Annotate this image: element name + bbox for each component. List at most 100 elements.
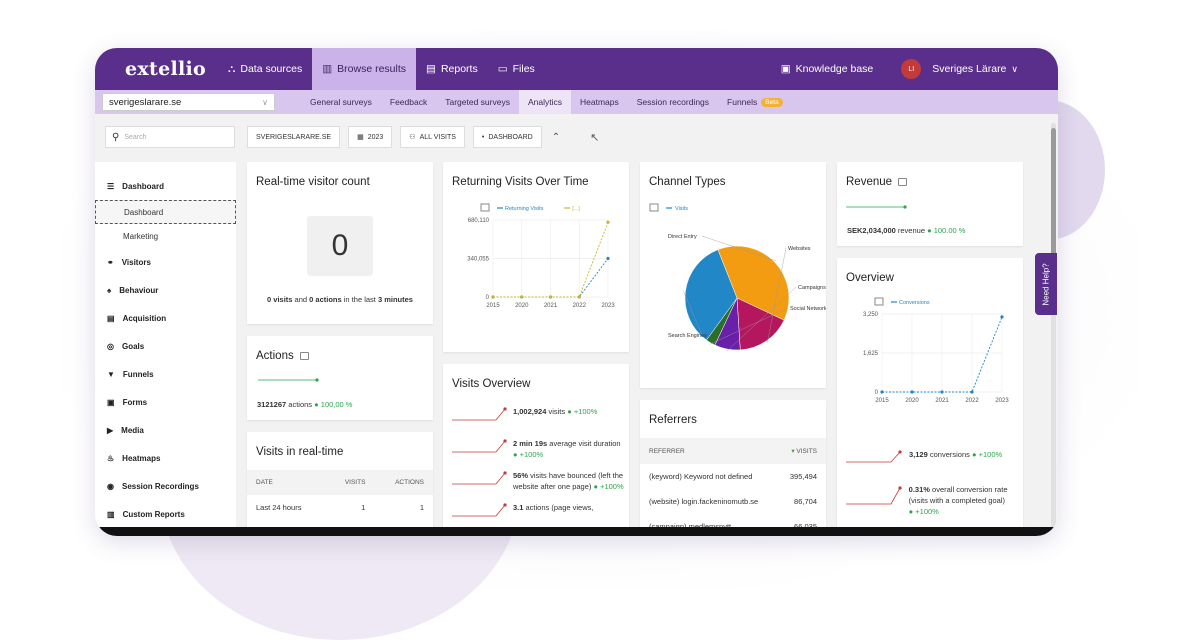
nav-browse-results[interactable]: ▥ Browse results: [312, 48, 417, 90]
knowledge-base-label: Knowledge base: [795, 63, 874, 75]
y-tick-label: 3,250: [863, 312, 879, 318]
sidebar-item-forms[interactable]: ▣ Forms: [95, 388, 236, 416]
sidebar-item-label: Session Recordings: [121, 481, 199, 491]
site-selector[interactable]: sverigeslarare.se ∨: [102, 93, 275, 111]
sidebar-item-dashboard[interactable]: ☰ Dashboard: [95, 172, 236, 200]
tab-analytics[interactable]: Analytics: [518, 90, 571, 114]
table-row[interactable]: Last 24 hours 1 1: [247, 495, 433, 520]
tab-funnels[interactable]: Funnels Beta: [718, 90, 792, 114]
sidebar-item-media[interactable]: ▶ Media: [95, 416, 236, 444]
funnel-icon: ▼: [107, 369, 115, 379]
nav-label: Browse results: [337, 63, 407, 75]
channel-types-card: Channel Types Visits Direct Entry Websites…: [640, 162, 826, 388]
y-tick-label: 340,055: [467, 257, 489, 263]
data-point: [548, 295, 553, 299]
nav-label: Reports: [440, 63, 478, 75]
mouse-cursor-icon: ↖: [590, 131, 600, 144]
sidebar-item-visitors[interactable]: ⚭ Visitors: [95, 248, 236, 276]
nav-files[interactable]: ▭ Files: [488, 48, 545, 90]
collapse-icon[interactable]: ⌃: [552, 132, 560, 143]
table-header-row: DATE VISITS ACTIONS: [247, 470, 433, 495]
conversions-change: +100%: [978, 450, 1003, 459]
pie-slice-label: Search Engines: [668, 333, 707, 339]
sidebar-item-goals[interactable]: ◎ Goals: [95, 332, 236, 360]
metric-value: 1,002,924: [513, 407, 549, 416]
card-title: Revenue: [846, 176, 893, 188]
pie-slice-label: Websites: [788, 246, 811, 252]
sub-navigation: sverigeslarare.se ∨ General surveys Feed…: [95, 90, 1058, 114]
export-icon[interactable]: [299, 352, 309, 360]
tab-session-recordings[interactable]: Session recordings: [628, 90, 718, 114]
table-row[interactable]: (keyword) Keyword not defined 395,494: [640, 464, 826, 489]
nav-reports[interactable]: ▤ Reports: [416, 48, 488, 90]
form-icon: ▣: [107, 397, 115, 407]
legend-label: Visits: [675, 206, 688, 212]
card-title: Returning Visits Over Time: [452, 176, 589, 188]
sidebar-item-label: Acquisition: [122, 313, 167, 323]
sort-down-icon: ▾: [791, 448, 795, 455]
conversions-text: 3,129 conversions ● +100%: [909, 450, 1002, 464]
nav-data-sources[interactable]: ⛬ Data sources: [218, 48, 312, 90]
channel-types-pie-chart: Visits Direct Entry Websites Campaigns Socia…: [649, 203, 826, 352]
table-header-row: REFERRER ▾ VISITS: [640, 438, 826, 464]
card-title: Visits Overview: [452, 378, 531, 390]
app-logo[interactable]: extellio: [125, 58, 218, 80]
actions-sparkline: [258, 378, 319, 382]
table-cell: 395,494: [789, 472, 817, 481]
sidebar-sub-marketing[interactable]: Marketing: [95, 224, 236, 248]
metric-change: ● +100%: [593, 482, 624, 491]
revenue-value: SEK2,034,000: [847, 226, 896, 235]
x-tick-label: 2015: [486, 303, 500, 309]
knowledge-base-link[interactable]: ▣ Knowledge base: [771, 48, 884, 90]
x-tick-label: 2021: [544, 303, 558, 309]
search-input[interactable]: ⚲ Search: [105, 126, 235, 148]
pie-slice-label: Direct Entry: [668, 234, 697, 240]
document-icon: ▤: [426, 63, 436, 75]
need-help-tab[interactable]: Need Help?: [1035, 253, 1057, 315]
returning-visits-card: Returning Visits Over Time Returning Vis…: [443, 162, 629, 352]
data-point: [1000, 315, 1004, 319]
record-icon: ◉: [107, 481, 114, 491]
sidebar-item-session-recordings[interactable]: ◉ Session Recordings: [95, 472, 236, 500]
referrers-card: Referrers REFERRER ▾ VISITS (keyword) Ke…: [640, 400, 826, 531]
site-button[interactable]: SVERIGESLARARE.SE: [247, 126, 341, 148]
user-menu[interactable]: LI Sveriges Lärare ∨: [891, 48, 1028, 90]
column-header-sortable[interactable]: ▾ VISITS: [777, 438, 826, 464]
metric-value: 2 min 19s: [513, 439, 550, 448]
column-header-label: VISITS: [796, 448, 817, 455]
sidebar-item-funnels[interactable]: ▼ Funnels: [95, 360, 236, 388]
export-icon[interactable]: [898, 178, 908, 186]
segment-button[interactable]: ⚇ ALL VISITS: [400, 126, 465, 148]
visits-realtime-card: Visits in real-time DATE VISITS ACTIONS …: [247, 432, 433, 527]
period-button[interactable]: ▦ 2023: [348, 126, 393, 148]
binoculars-icon: ⚭: [107, 257, 114, 267]
sidebar-item-heatmaps[interactable]: ♨ Heatmaps: [95, 444, 236, 472]
tab-targeted-surveys[interactable]: Targeted surveys: [436, 90, 519, 114]
tab-feedback[interactable]: Feedback: [381, 90, 436, 114]
metric-change: ● +100%: [513, 450, 544, 459]
sidebar-sub-dashboard[interactable]: Dashboard: [95, 200, 236, 224]
sidebar-item-custom-reports[interactable]: ▥ Custom Reports: [95, 500, 236, 528]
visitor-count: 0: [307, 216, 373, 276]
dot-icon: •: [481, 133, 485, 141]
sidebar-item-acquisition[interactable]: ▤ Acquisition: [95, 304, 236, 332]
sidebar-item-label: Forms: [122, 397, 148, 407]
sidebar-item-behaviour[interactable]: ♠ Behaviour: [95, 276, 236, 304]
table-row[interactable]: (website) login.fackeninomutb.se 86,704: [640, 489, 826, 514]
overview-metric-conversions: 3,129 conversions ● +100%: [845, 450, 1020, 464]
tab-general-surveys[interactable]: General surveys: [301, 90, 381, 114]
sidebar-item-label: Funnels: [122, 369, 154, 379]
sidebar-item-label: Goals: [121, 341, 145, 351]
y-tick-label: 0: [486, 295, 490, 301]
realtime-in-last: in the last: [343, 295, 376, 304]
tab-heatmaps[interactable]: Heatmaps: [571, 90, 628, 114]
overview-metric: 3.1 actions (page views,: [451, 502, 626, 526]
metric-sparkline: [452, 407, 507, 421]
overview-metric: 56% visits have bounced (left the websit…: [451, 470, 626, 494]
column-header: VISITS: [326, 470, 375, 495]
data-point: [880, 390, 884, 394]
bell-icon: ♠: [107, 285, 112, 295]
dashboard-button[interactable]: • DASHBOARD: [472, 126, 542, 148]
card-title: Visits in real-time: [256, 446, 344, 458]
data-point: [520, 295, 524, 299]
